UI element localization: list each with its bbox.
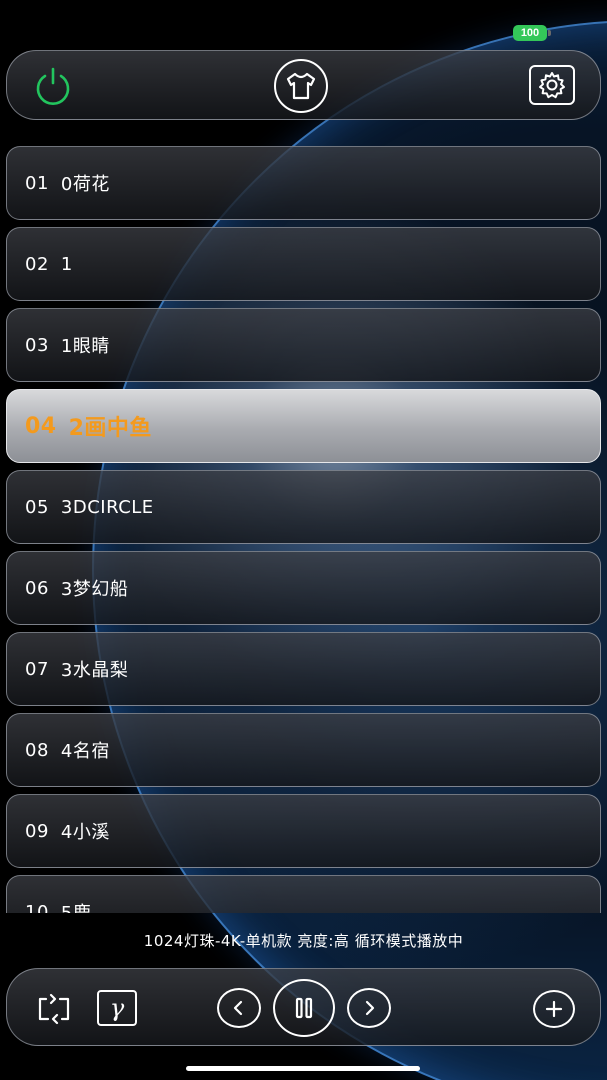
item-number: 06 xyxy=(25,577,49,599)
item-name: 1 xyxy=(60,253,73,275)
playlist-item[interactable]: 05 3DCIRCLE xyxy=(6,470,601,544)
playlist-item[interactable]: 07 3水晶梨 xyxy=(6,632,601,706)
chevron-right-icon xyxy=(365,1000,375,1016)
previous-button[interactable] xyxy=(217,988,261,1028)
item-number: 05 xyxy=(25,496,49,518)
item-number: 08 xyxy=(25,739,49,761)
item-name: 4小溪 xyxy=(60,822,110,843)
playlist: 01 0荷花 02 1 03 1眼睛 04 2画中鱼 05 3DCIRCLE 0… xyxy=(0,140,607,913)
add-button[interactable] xyxy=(533,990,575,1028)
gear-icon xyxy=(539,72,565,99)
item-number: 10 xyxy=(25,901,49,914)
item-name: 3DCIRCLE xyxy=(60,496,154,518)
item-name: 1眼睛 xyxy=(60,336,110,357)
pause-icon xyxy=(295,997,313,1019)
playlist-item[interactable]: 10 5鹿 xyxy=(6,875,601,913)
settings-button[interactable] xyxy=(529,65,575,105)
item-number: 09 xyxy=(25,820,49,842)
playlist-item[interactable]: 09 4小溪 xyxy=(6,794,601,868)
gamma-button[interactable]: γ xyxy=(97,990,137,1026)
playlist-item[interactable]: 06 3梦幻船 xyxy=(6,551,601,625)
playlist-item-active[interactable]: 04 2画中鱼 xyxy=(6,389,601,463)
chevron-left-icon xyxy=(233,1000,243,1016)
battery-tip xyxy=(548,30,551,36)
item-name: 0荷花 xyxy=(60,174,110,195)
plus-icon xyxy=(545,1000,563,1018)
playlist-item[interactable]: 02 1 xyxy=(6,227,601,301)
item-name: 2画中鱼 xyxy=(68,416,152,441)
pause-button[interactable] xyxy=(273,979,335,1037)
item-number: 03 xyxy=(25,334,49,356)
playlist-item[interactable]: 08 4名宿 xyxy=(6,713,601,787)
tshirt-icon xyxy=(286,72,316,100)
home-indicator[interactable] xyxy=(186,1066,420,1071)
loop-mode-button[interactable] xyxy=(33,989,75,1029)
item-name: 3水晶梨 xyxy=(60,660,129,681)
item-name: 3梦幻船 xyxy=(60,579,129,600)
power-icon xyxy=(36,67,70,105)
item-name: 4名宿 xyxy=(60,741,110,762)
playlist-item[interactable]: 03 1眼睛 xyxy=(6,308,601,382)
top-toolbar xyxy=(6,50,601,120)
playlist-item[interactable]: 01 0荷花 xyxy=(6,146,601,220)
repeat-icon xyxy=(38,993,70,1025)
item-number: 01 xyxy=(25,172,49,194)
theme-button[interactable] xyxy=(274,59,328,113)
power-button[interactable] xyxy=(31,65,75,109)
item-number: 02 xyxy=(25,253,49,275)
device-status-text: 1024灯珠-4K-单机款 亮度:高 循环模式播放中 xyxy=(143,932,464,950)
item-number: 04 xyxy=(25,413,57,439)
battery-indicator: 100 xyxy=(513,25,547,41)
playback-controls: γ xyxy=(6,968,601,1046)
gamma-label: γ xyxy=(109,994,125,1022)
next-button[interactable] xyxy=(347,988,391,1028)
item-number: 07 xyxy=(25,658,49,680)
item-name: 5鹿 xyxy=(61,899,91,913)
